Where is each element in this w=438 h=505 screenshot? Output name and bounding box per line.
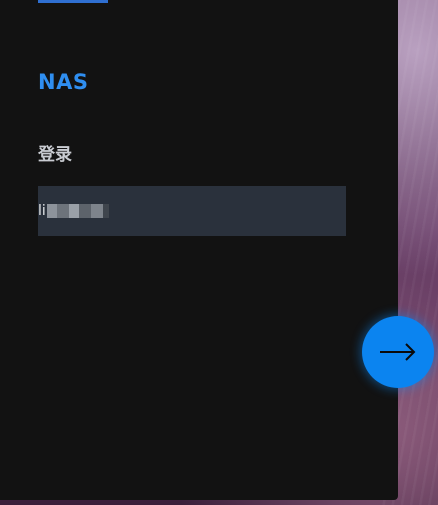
account-visible-text: li <box>38 203 46 219</box>
active-tab-indicator <box>38 0 108 3</box>
brand-title: NAS <box>38 70 89 94</box>
account-input-field[interactable]: li <box>38 186 346 236</box>
account-redacted-blur <box>46 204 109 218</box>
next-button[interactable] <box>362 316 434 388</box>
arrow-right-icon <box>380 343 416 361</box>
account-input-value: li <box>38 201 109 221</box>
login-heading: 登录 <box>38 145 72 165</box>
login-panel: NAS 登录 li <box>0 0 398 500</box>
